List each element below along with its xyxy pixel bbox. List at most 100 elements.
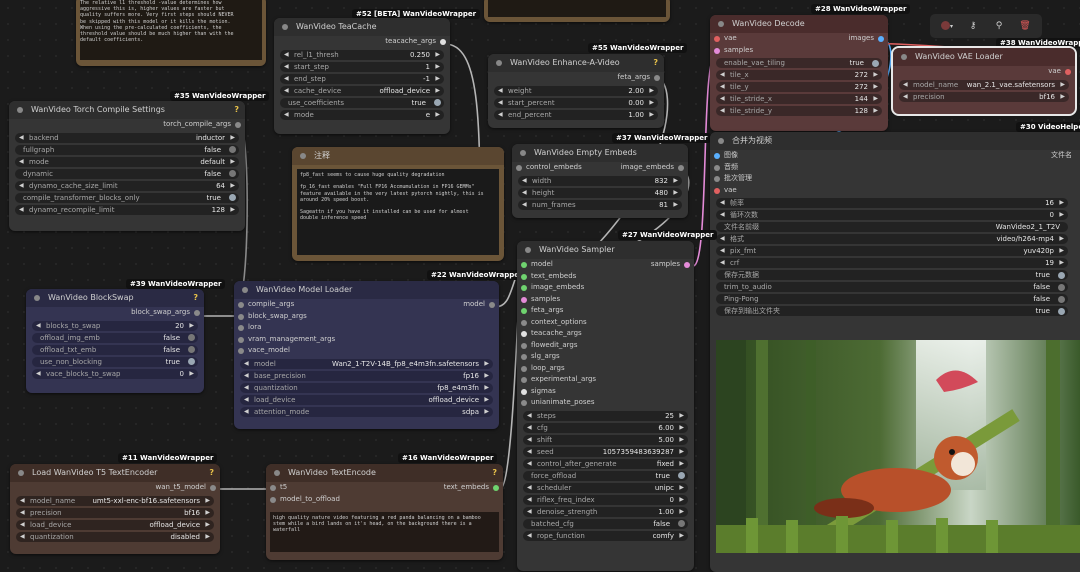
node-collapse-dot[interactable] <box>520 150 526 156</box>
help-icon[interactable]: ? <box>234 101 239 119</box>
note-text[interactable]: fp8_fast seems to cause huge quality deg… <box>297 169 499 255</box>
cfg-widget[interactable]: ◀ cfg 6.00 ▶ <box>523 422 688 433</box>
t5-load-device-widget[interactable]: ◀ load_device offload_device ▶ <box>16 519 214 530</box>
enable-vae-tiling-toggle[interactable]: enable_vae_tiling true <box>716 58 882 68</box>
start-step-widget[interactable]: ◀ start_step 1 ▶ <box>280 61 444 72</box>
compile-mode-widget[interactable]: ◀ mode default ▶ <box>15 156 239 167</box>
node-collapse-dot[interactable] <box>274 470 280 476</box>
vae-input-pin[interactable] <box>714 187 720 194</box>
help-icon[interactable]: ? <box>209 464 214 482</box>
context-options-pin[interactable] <box>521 319 527 326</box>
text-embeds-pin[interactable] <box>521 273 527 280</box>
quantization-widget[interactable]: ◀ quantization fp8_e4m3fn ▶ <box>240 382 493 393</box>
control-after-generate-widget[interactable]: ◀ control_after_generate fixed ▶ <box>523 458 688 469</box>
text-encode-node[interactable]: WanVideo TextEncode? t5 text_embeds model… <box>266 464 503 560</box>
blockswap-output-pin[interactable] <box>194 310 200 316</box>
decode-output-pin[interactable] <box>878 36 884 42</box>
t5-loader-output-pin[interactable] <box>210 485 216 491</box>
vace-model-pin[interactable] <box>238 348 244 354</box>
frame-rate-widget[interactable]: ◀ 帧率 16 ▶ <box>716 198 1068 208</box>
end-step-widget[interactable]: ◀ end_step -1 ▶ <box>280 73 444 84</box>
attention-mode-widget[interactable]: ◀ attention_mode sdpa ▶ <box>240 406 493 417</box>
t5-loader-node[interactable]: Load WanVideo T5 TextEncoder? wan_t5_mod… <box>10 464 220 554</box>
vram-management-args-pin[interactable] <box>238 336 244 343</box>
use-non-blocking-toggle[interactable]: use_non_blocking true <box>32 356 198 367</box>
compile-args-pin[interactable] <box>238 302 244 308</box>
audio-input-pin[interactable] <box>714 164 720 171</box>
node-collapse-dot[interactable] <box>242 287 248 293</box>
enhance-node[interactable]: WanVideo Enhance-A-Video? feta_args ◀ wei… <box>488 54 664 128</box>
model-to-offload-pin[interactable] <box>270 496 276 503</box>
unianimate-poses-pin[interactable] <box>521 400 527 406</box>
tile-stride-y-widget[interactable]: ◀ tile_stride_y 128 ▶ <box>716 106 882 116</box>
help-icon[interactable]: ? <box>193 289 198 307</box>
ping-pong-toggle[interactable]: Ping-Pong false <box>716 294 1068 304</box>
empty-embeds-node[interactable]: WanVideo Empty Embeds control_embeds imag… <box>512 144 688 218</box>
blocks-to-swap-widget[interactable]: ◀ blocks_to_swap 20 ▶ <box>32 320 198 331</box>
dynamo-recompile-limit-widget[interactable]: ◀ dynamo_recompile_limit 128 ▶ <box>15 204 239 215</box>
steps-widget[interactable]: ◀ steps 25 ▶ <box>523 410 688 421</box>
help-icon[interactable]: ? <box>653 54 658 72</box>
batched-cfg-toggle[interactable]: batched_cfg false <box>523 518 688 529</box>
teacache-args-pin[interactable] <box>521 331 527 337</box>
node-collapse-dot[interactable] <box>34 295 40 301</box>
node-collapse-dot[interactable] <box>282 24 288 30</box>
video-combine-node[interactable]: 合并为视频 图像 文件名 音频 批次管理 vae ◀ 帧率 16 ▶ ◀ 循环次数 0 ▶ 文… <box>710 132 1080 572</box>
enhance-output-pin[interactable] <box>654 75 660 81</box>
empty-embeds-output-pin[interactable] <box>678 165 684 171</box>
t5-quantization-widget[interactable]: ◀ quantization disabled ▶ <box>16 531 214 542</box>
height-widget[interactable]: ◀ height 480 ▶ <box>518 187 682 198</box>
delete-icon[interactable]: 🗑 <box>1014 18 1036 34</box>
node-collapse-dot[interactable] <box>496 60 502 66</box>
vae-precision-widget[interactable]: ◀ precision bf16 ▶ <box>899 91 1069 102</box>
pin-icon[interactable]: ⚲ <box>988 18 1010 34</box>
vace-blocks-to-swap-widget[interactable]: ◀ vace_blocks_to_swap 0 ▶ <box>32 368 198 379</box>
tile-x-widget[interactable]: ◀ tile_x 272 ▶ <box>716 70 882 80</box>
compile-transformer-blocks-only-toggle[interactable]: compile_transformer_blocks_only true <box>15 192 239 203</box>
end-percent-widget[interactable]: ◀ end_percent 1.00 ▶ <box>494 109 658 120</box>
teacache-node[interactable]: WanVideo TeaCache teacache_args ◀ rel_l1_… <box>274 18 450 134</box>
images-input-pin[interactable] <box>714 153 720 159</box>
image-embeds-pin[interactable] <box>521 285 527 291</box>
denoise-strength-widget[interactable]: ◀ denoise_strength 1.00 ▶ <box>523 506 688 517</box>
mode-widget[interactable]: ◀ mode e ▶ <box>280 109 444 120</box>
shift-widget[interactable]: ◀ shift 5.00 ▶ <box>523 434 688 445</box>
fullgraph-toggle[interactable]: fullgraph false <box>15 144 239 155</box>
riflex-freq-index-widget[interactable]: ◀ riflex_freq_index 0 ▶ <box>523 494 688 505</box>
weight-widget[interactable]: ◀ weight 2.00 ▶ <box>494 85 658 96</box>
t5-precision-widget[interactable]: ◀ precision bf16 ▶ <box>16 507 214 518</box>
loop-count-widget[interactable]: ◀ 循环次数 0 ▶ <box>716 210 1068 220</box>
offload-txt-emb-toggle[interactable]: offload_txt_emb false <box>32 344 198 355</box>
num-frames-widget[interactable]: ◀ num_frames 81 ▶ <box>518 199 682 210</box>
filename-prefix-field[interactable]: 文件名前缀 WanVideo2_1_T2V <box>716 222 1068 232</box>
decode-vae-pin[interactable] <box>714 36 720 42</box>
rel-l1-thresh-widget[interactable]: ◀ rel_l1_thresh 0.250 ▶ <box>280 49 444 60</box>
lora-pin[interactable] <box>238 325 244 331</box>
rope-function-widget[interactable]: ◀ rope_function comfy ▶ <box>523 530 688 541</box>
scheduler-widget[interactable]: ◀ scheduler unipc ▶ <box>523 482 688 493</box>
node-collapse-dot[interactable] <box>718 138 724 144</box>
crf-widget[interactable]: ◀ crf 19 ▶ <box>716 258 1068 268</box>
control-embeds-pin[interactable] <box>516 165 522 171</box>
loop-args-pin[interactable] <box>521 365 527 372</box>
vae-model-name-widget[interactable]: ◀ model_name wan_2.1_vae.safetensors ▶ <box>899 79 1069 90</box>
bypass-icon[interactable]: ⚷ <box>962 18 984 34</box>
node-collapse-dot[interactable] <box>18 470 24 476</box>
backend-widget[interactable]: ◀ backend inductor ▶ <box>15 132 239 143</box>
sampler-output-pin[interactable] <box>684 262 690 268</box>
vae-loader-node[interactable]: WanVideo VAE Loader vae ◀ model_name wan_2… <box>891 46 1077 116</box>
t5-input-pin[interactable] <box>270 485 276 491</box>
start-percent-widget[interactable]: ◀ start_percent 0.00 ▶ <box>494 97 658 108</box>
vae-loader-output-pin[interactable] <box>1065 69 1071 75</box>
blockswap-node[interactable]: WanVideo BlockSwap? block_swap_args ◀ blo… <box>26 289 204 393</box>
sigmas-pin[interactable] <box>521 388 527 395</box>
color-icon[interactable]: ▾ <box>936 18 958 34</box>
sampler-node[interactable]: WanVideo Sampler model samples text_embed… <box>517 241 694 571</box>
decode-samples-pin[interactable] <box>714 47 720 54</box>
node-collapse-dot[interactable] <box>718 21 724 27</box>
tile-y-widget[interactable]: ◀ tile_y 272 ▶ <box>716 82 882 92</box>
top-center-node[interactable] <box>484 0 670 22</box>
node-collapse-dot[interactable] <box>17 107 23 113</box>
save-output-toggle[interactable]: 保存到输出文件夹 true <box>716 306 1068 316</box>
width-widget[interactable]: ◀ width 832 ▶ <box>518 175 682 186</box>
